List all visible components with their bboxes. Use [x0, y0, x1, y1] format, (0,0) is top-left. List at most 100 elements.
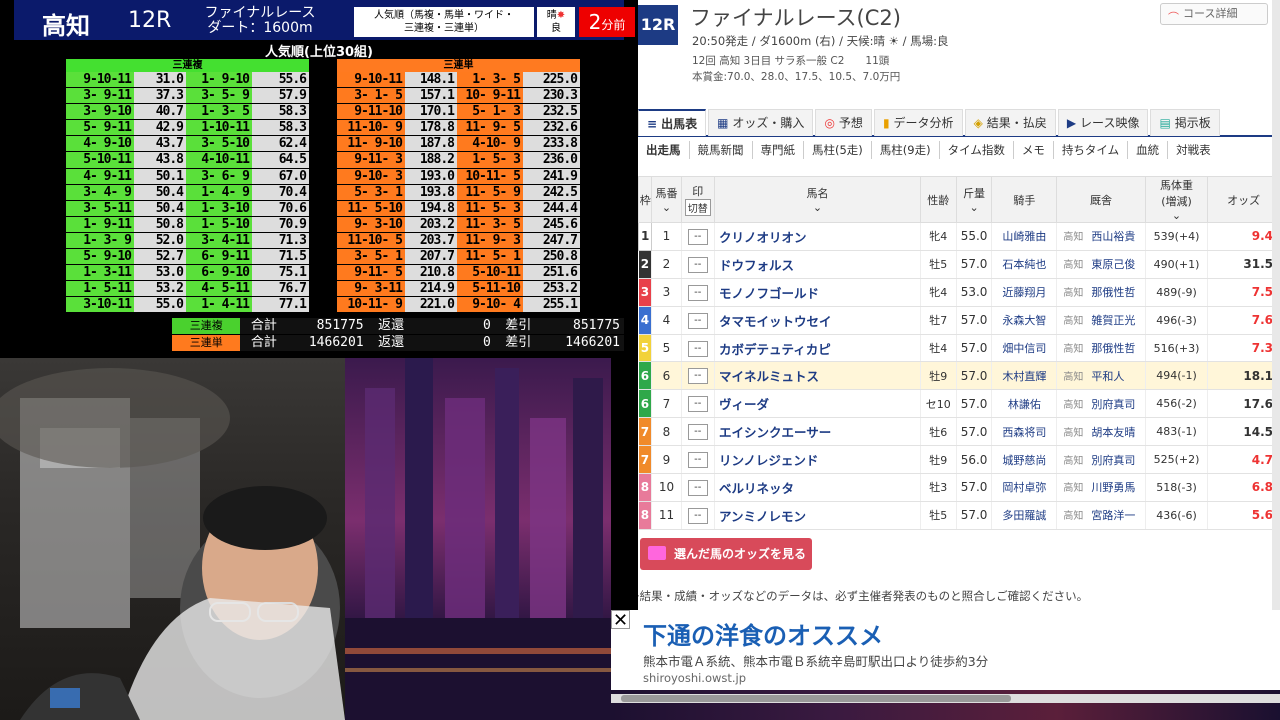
subtab-memo[interactable]: メモ	[1014, 141, 1054, 159]
horse-name-link[interactable]: リンノレジェンド	[714, 445, 921, 475]
jockey-link[interactable]: 畑中信司	[991, 334, 1058, 363]
odds-2: 230.3	[523, 88, 580, 104]
subtab-mochi-time[interactable]: 持ちタイム	[1054, 141, 1129, 159]
odds-2: 62.4	[252, 136, 309, 152]
mark-select-button[interactable]: --	[687, 396, 708, 413]
subtab-senmonshi[interactable]: 専門紙	[753, 141, 804, 159]
mark-select-button[interactable]: --	[687, 312, 708, 329]
trainer-link[interactable]: 別府真司	[1091, 454, 1135, 467]
mark-select-button[interactable]: --	[687, 424, 708, 441]
horse-odds[interactable]: 14.5	[1207, 417, 1280, 447]
net-label: 差引	[494, 335, 542, 351]
course-detail-button[interactable]: ⌒ コース詳細	[1160, 3, 1268, 25]
subtab-bloodline[interactable]: 血統	[1128, 141, 1169, 159]
jockey-link[interactable]: 城野慈尚	[991, 445, 1058, 475]
mark-select-button[interactable]: --	[687, 228, 708, 245]
trainer-link[interactable]: 川野勇馬	[1091, 481, 1135, 494]
tab-shutuba[interactable]: ≡ 出馬表	[638, 109, 707, 136]
horse-name-link[interactable]: エイシンクエーサー	[714, 417, 921, 447]
jockey-link[interactable]: 永森大智	[991, 306, 1058, 335]
mark-select-button[interactable]: --	[687, 368, 708, 385]
jockey-link[interactable]: 西森将司	[991, 417, 1058, 447]
jockey-link[interactable]: 近藤翔月	[991, 278, 1058, 307]
horse-odds[interactable]: 17.6	[1207, 389, 1280, 419]
jockey-link[interactable]: 多田羅誠	[991, 501, 1058, 530]
horse-name-link[interactable]: マイネルミュトス	[714, 361, 921, 391]
odds-row: 3- 5-11 50.4 1- 3-10 70.6	[66, 200, 309, 217]
subtab-umabashira5[interactable]: 馬柱(5走)	[804, 141, 872, 159]
subtab-shinbun[interactable]: 競馬新聞	[690, 141, 753, 159]
horse-odds[interactable]: 7.3	[1207, 334, 1280, 363]
horse-number: 3	[651, 278, 682, 307]
selected-horses-odds-button[interactable]: 選んだ馬のオッズを見る	[640, 538, 812, 570]
col-umaban[interactable]: 馬番 ⌄	[651, 176, 682, 223]
subtab-shusso[interactable]: 出走馬	[638, 141, 690, 159]
horse-number: 6	[651, 361, 682, 391]
tab-odds[interactable]: ▦ オッズ・購入	[708, 109, 814, 136]
mark-toggle-button[interactable]: 切替	[684, 199, 711, 216]
mark-select-button[interactable]: --	[687, 284, 708, 301]
horse-name-link[interactable]: ヴィーダ	[714, 389, 921, 419]
horse-name-link[interactable]: アンミノレモン	[714, 501, 921, 530]
trainer-link[interactable]: 東原己俊	[1091, 258, 1135, 271]
ad-url[interactable]: shiroyoshi.owst.jp	[643, 671, 746, 685]
trainer-link[interactable]: 那俄性哲	[1091, 286, 1135, 299]
col-kin[interactable]: 斤量 ⌄	[955, 176, 993, 223]
subtab-umabashira9[interactable]: 馬柱(9走)	[872, 141, 940, 159]
trainer-link[interactable]: 西山裕貴	[1091, 230, 1135, 243]
trainer-link[interactable]: 胡本友晴	[1091, 426, 1135, 439]
tab-data[interactable]: ▮ データ分析	[873, 109, 963, 136]
horse-odds[interactable]: 31.5	[1207, 250, 1280, 279]
tab-video[interactable]: ▶ レース映像	[1057, 109, 1149, 136]
ad-close-button[interactable]: ✕	[611, 610, 630, 630]
trainer-link[interactable]: 那俄性哲	[1091, 342, 1135, 355]
jockey-link[interactable]: 岡村卓弥	[991, 473, 1058, 502]
ranking-title: 人気順(上位30組)	[265, 45, 373, 60]
refund-label: 返還	[367, 335, 415, 351]
col-kin-label: 斤量	[963, 187, 986, 200]
odds-row: 11-10- 9 178.8 11- 9- 5 232.6	[337, 120, 580, 137]
horse-name-link[interactable]: モノノフゴールド	[714, 278, 921, 307]
col-weight[interactable]: 馬体重 (増減) ⌄	[1144, 176, 1209, 223]
jockey-link[interactable]: 木村直輝	[991, 361, 1058, 391]
trainer-link[interactable]: 平和人	[1091, 370, 1124, 383]
horse-odds[interactable]: 7.5	[1207, 278, 1280, 307]
subtab-time-index[interactable]: タイム指数	[940, 141, 1014, 159]
horizontal-scrollbar[interactable]	[611, 694, 1280, 703]
trainer-link[interactable]: 雑賀正光	[1091, 314, 1135, 327]
tab-result[interactable]: ◈ 結果・払戻	[964, 109, 1056, 136]
tab-yoso[interactable]: ◎ 予想	[815, 109, 872, 136]
ad-banner[interactable]: ✕ 下通の洋食のオススメ 熊本市電Ａ系統、熊本市電Ｂ系統辛島町駅出口より徒歩約3…	[611, 610, 1280, 690]
horse-odds[interactable]: 18.1	[1207, 361, 1280, 391]
horse-name-link[interactable]: カボデテュティカピ	[714, 334, 921, 363]
horse-name-link[interactable]: ベルリネッタ	[714, 473, 921, 502]
horse-number: 10	[651, 473, 682, 502]
tab-board[interactable]: ▤ 掲示板	[1150, 109, 1220, 136]
horse-name-link[interactable]: ドウフォルス	[714, 250, 921, 279]
mark-select-button[interactable]: --	[687, 340, 708, 357]
trainer-link[interactable]: 別府真司	[1091, 398, 1135, 411]
horse-odds[interactable]: 7.6	[1207, 306, 1280, 335]
ad-title[interactable]: 下通の洋食のオススメ	[643, 616, 883, 651]
vertical-scrollbar[interactable]	[1272, 0, 1280, 610]
subtab-matchup[interactable]: 対戦表	[1168, 141, 1219, 159]
mark-select-button[interactable]: --	[687, 507, 708, 524]
horse-name-link[interactable]: タマモイットウセイ	[714, 306, 921, 335]
weight-carried: 57.0	[956, 334, 993, 363]
mark-select-button[interactable]: --	[687, 452, 708, 469]
jockey-link[interactable]: 林謙佑	[991, 389, 1058, 419]
mark-select-button[interactable]: --	[687, 256, 708, 273]
trainer-link[interactable]: 宮路洋一	[1091, 509, 1135, 522]
jockey-link[interactable]: 山崎雅由	[991, 222, 1058, 251]
tab-label: レース映像	[1080, 116, 1140, 130]
col-name[interactable]: 馬名 ⌄	[714, 176, 921, 223]
horse-name-link[interactable]: クリノオリオン	[714, 222, 921, 251]
horse-odds[interactable]: 9.4	[1207, 222, 1280, 251]
horse-odds[interactable]: 4.7	[1207, 445, 1280, 475]
horse-odds[interactable]: 5.6	[1207, 501, 1280, 530]
jockey-link[interactable]: 石本純也	[991, 250, 1058, 279]
horse-odds[interactable]: 6.8	[1207, 473, 1280, 502]
combo-1: 5-10-11	[66, 152, 134, 168]
scrollbar-thumb[interactable]	[621, 695, 1011, 702]
mark-select-button[interactable]: --	[687, 479, 708, 496]
